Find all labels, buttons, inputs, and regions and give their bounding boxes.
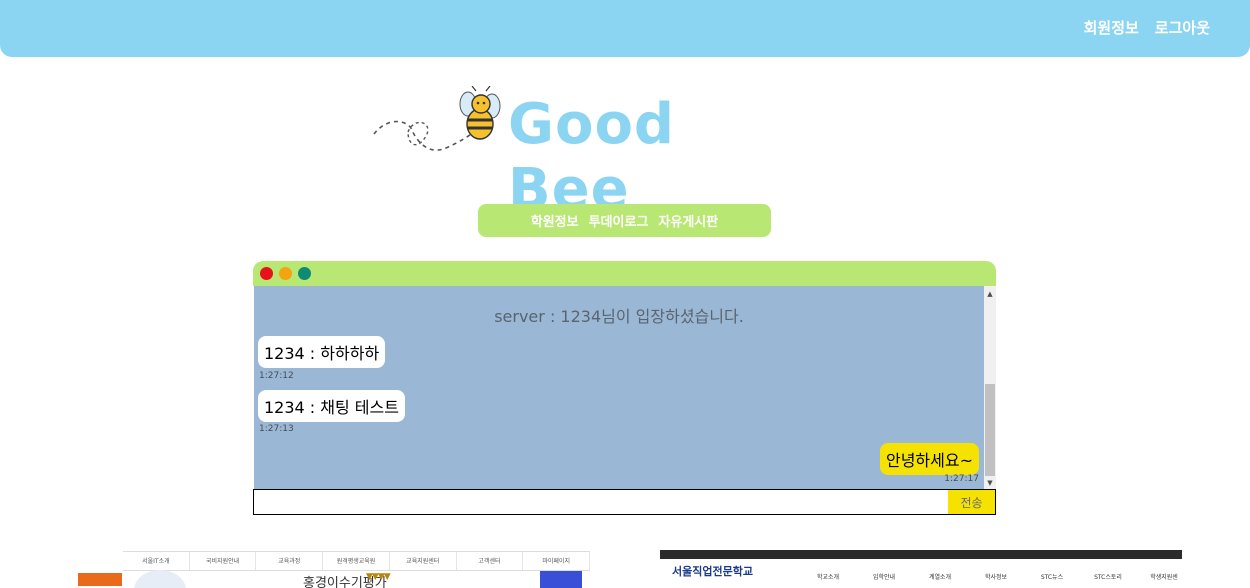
thumbnail-blue-block [540, 571, 582, 588]
school-name: 서울직업전문학교 [672, 565, 753, 578]
scroll-up-icon[interactable]: ▲ [984, 288, 996, 300]
chat-messages: server : 1234님이 입장하셨습니다. 1234 : 하하하하 1:2… [254, 286, 984, 489]
thumbnail-menu-item: 계열소개 [928, 574, 952, 581]
thumbnail-banner [78, 573, 122, 586]
thumbnail-menu-item: 학교소개 [816, 574, 840, 581]
chat-window: server : 1234님이 입장하셨습니다. 1234 : 하하하하 1:2… [253, 261, 996, 515]
thumbnail-menu-item: STC뉴스 [1040, 574, 1064, 581]
thumbnail-nav-item: 서울IT소개 [123, 552, 190, 570]
logo-title: Good Bee [508, 92, 675, 222]
thumbnail-nav-item: 국비지원안내 [190, 552, 257, 570]
member-info-link[interactable]: 회원정보 [1084, 17, 1139, 38]
logout-link[interactable]: 로그아웃 [1155, 17, 1210, 38]
system-message: server : 1234님이 입장하셨습니다. [494, 307, 744, 326]
good-bee-logo[interactable]: Good Bee [368, 85, 788, 222]
thumbnail-menu: 학교소개 입학안내 계열소개 학사정보 STC뉴스 STC스토리 학생지원센 [800, 572, 1182, 581]
chat-input[interactable] [254, 490, 948, 514]
thumbnail-nav-item: 교육과정 [256, 552, 324, 570]
menu-today-log[interactable]: 투데이로그 [589, 211, 649, 230]
academy-thumbnail-right[interactable]: 서울직업전문학교 학교소개 입학안내 계열소개 학사정보 STC뉴스 STC스토… [660, 550, 1182, 588]
header-nav: 회원정보 로그아웃 [1084, 17, 1210, 38]
thumbnail-nav: 서울IT소개 국비지원안내 교육과정 원격평생교육원 교육지원센터 고객센터 마… [123, 551, 590, 571]
send-button[interactable]: 전송 [948, 490, 995, 514]
message-time: 1:27:17 [944, 474, 979, 484]
top-header: 회원정보 로그아웃 [0, 0, 1250, 57]
menu-academy-info[interactable]: 학원정보 [531, 211, 579, 230]
minimize-dot-icon[interactable] [279, 267, 292, 280]
main-menu: 학원정보 투데이로그 자유게시판 [478, 204, 771, 237]
scroll-down-icon[interactable]: ▼ [984, 477, 996, 489]
chat-input-row: 전송 [253, 489, 996, 515]
medal-icons: ▼▼▼▼ [366, 572, 391, 582]
scroll-thumb[interactable] [985, 384, 995, 476]
thumbnail-nav-item: 교육지원센터 [390, 552, 457, 570]
thumbnail-menu-item: 학사정보 [984, 574, 1008, 581]
maximize-dot-icon[interactable] [298, 267, 311, 280]
thumbnail-nav-item: 마이페이지 [523, 552, 590, 570]
close-dot-icon[interactable] [260, 267, 273, 280]
thumbnail-nav-item: 고객센터 [457, 552, 524, 570]
chat-bubble: 1234 : 하하하하 [258, 336, 386, 368]
thumbnail-nav-item: 원격평생교육원 [323, 552, 390, 570]
my-chat-bubble: 안녕하세요~ [879, 443, 979, 475]
menu-free-board[interactable]: 자유게시판 [658, 211, 718, 230]
thumbnail-menu-item: 학생지원센 [1150, 574, 1178, 581]
chat-titlebar [253, 261, 996, 286]
bee-icon [373, 85, 501, 151]
message-time: 1:27:12 [259, 371, 294, 381]
thumbnail-menu-item: 입학안내 [872, 574, 896, 581]
academy-thumbnail-left[interactable]: 서울IT소개 국비지원안내 교육과정 원격평생교육원 교육지원센터 고객센터 마… [68, 550, 590, 588]
thumbnail-circle [134, 570, 186, 588]
chat-bubble: 1234 : 채팅 테스트 [258, 390, 405, 422]
chat-scrollbar[interactable]: ▲ ▼ [984, 286, 996, 489]
message-time: 1:27:13 [259, 424, 294, 434]
thumbnail-menu-item: STC스토리 [1094, 574, 1122, 581]
thumbnail-top-strip [660, 550, 1182, 559]
